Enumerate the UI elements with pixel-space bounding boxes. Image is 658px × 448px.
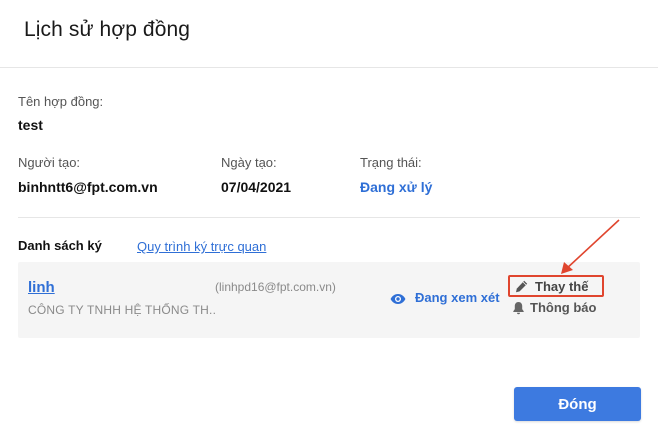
created-date-value: 07/04/2021 — [221, 179, 292, 195]
signer-email: (linhpd16@fpt.com.vn) — [215, 280, 336, 294]
contract-name-value: test — [18, 117, 43, 133]
notify-button[interactable]: Thông báo — [512, 300, 596, 315]
created-date-label: Ngày tạo: — [221, 155, 277, 170]
contract-history-modal: Lịch sử hợp đồng Tên hợp đồng: test Ngườ… — [0, 0, 658, 448]
creator-label: Người tạo: — [18, 155, 81, 170]
status-value: Đang xử lý — [360, 179, 433, 195]
status-label: Trạng thái: — [360, 155, 422, 170]
modal-title: Lịch sử hợp đồng — [24, 18, 191, 41]
creator-value: binhntt6@fpt.com.vn — [18, 179, 158, 195]
signer-status-text: Đang xem xét — [415, 290, 500, 305]
signer-company: CÔNG TY TNHH HỆ THỐNG TH.. — [28, 303, 217, 317]
modal-header: Lịch sử hợp đồng — [0, 0, 658, 68]
signer-row: linh CÔNG TY TNHH HỆ THỐNG TH.. (linhpd1… — [18, 262, 640, 338]
signer-name[interactable]: linh — [28, 279, 55, 296]
replace-button[interactable]: Thay thế — [508, 275, 604, 297]
contract-name-label: Tên hợp đồng: — [18, 94, 104, 109]
signer-list-title: Danh sách ký — [18, 238, 102, 253]
bell-icon — [512, 301, 525, 315]
replace-label: Thay thế — [535, 278, 589, 294]
annotation-arrow — [561, 219, 620, 274]
signer-status: Đang xem xét — [390, 290, 500, 305]
eye-icon — [390, 292, 406, 304]
section-divider — [18, 217, 640, 218]
pencil-icon — [515, 280, 528, 293]
visual-signing-process-link[interactable]: Quy trình ký trực quan — [137, 239, 266, 254]
close-button[interactable]: Đóng — [514, 387, 641, 421]
notify-label: Thông báo — [530, 300, 597, 315]
